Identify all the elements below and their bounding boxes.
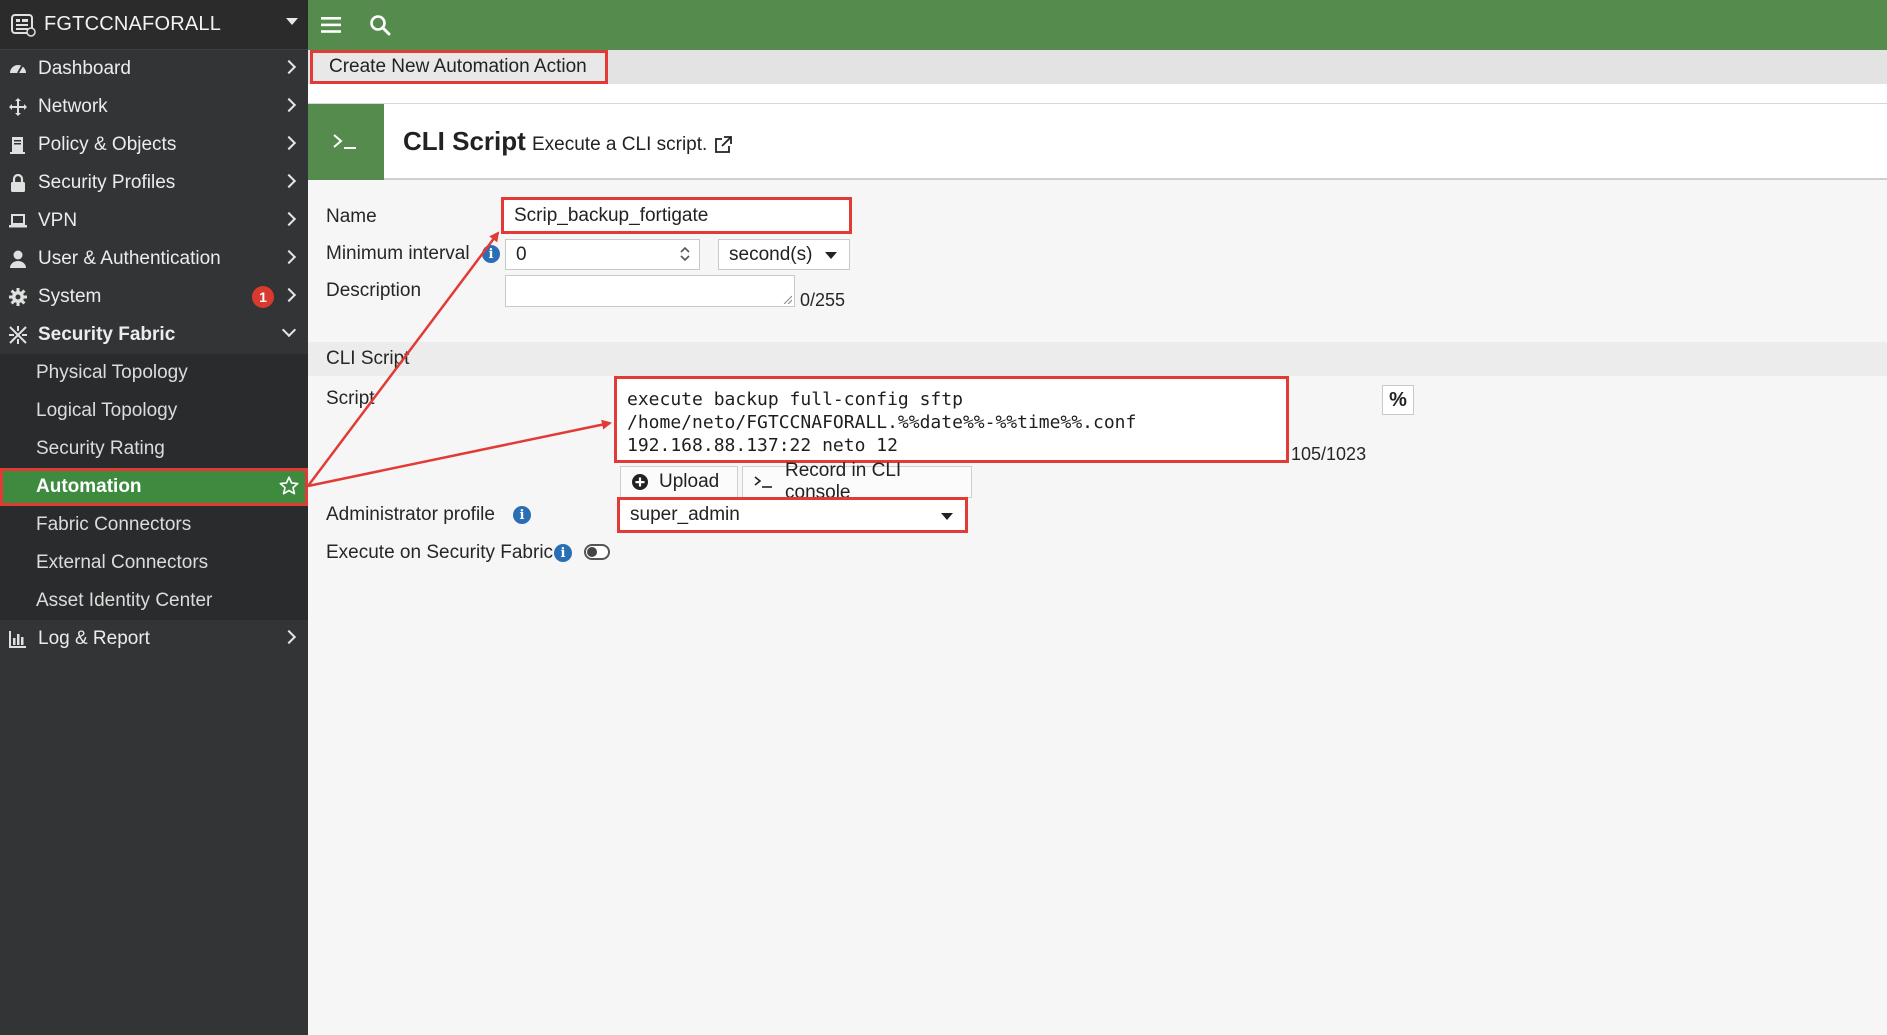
sidebar-item-physical-topology[interactable]: Physical Topology bbox=[0, 354, 308, 392]
name-field[interactable]: Scrip_backup_fortigate bbox=[501, 197, 852, 234]
sidebar-item-security-profiles[interactable]: Security Profiles bbox=[0, 164, 308, 202]
network-icon bbox=[6, 95, 30, 119]
top-bar bbox=[308, 0, 1887, 50]
chevron-right-icon bbox=[281, 287, 297, 303]
sidebar-item-label: Security Fabric bbox=[38, 324, 176, 345]
interval-value: 0 bbox=[516, 243, 527, 265]
caret-down-icon bbox=[941, 513, 953, 520]
sidebar-item-security-fabric[interactable]: Security Fabric bbox=[0, 316, 308, 354]
page-title: Create New Automation Action bbox=[310, 50, 608, 84]
chevron-right-icon bbox=[281, 249, 297, 265]
cli-script-section: CLI Script bbox=[308, 342, 1887, 376]
favorite-star-icon[interactable] bbox=[278, 475, 300, 503]
interval-unit-select[interactable]: second(s) bbox=[718, 239, 850, 270]
administrator-profile-label: Administrator profile bbox=[326, 504, 495, 525]
sidebar-item-log-report[interactable]: Log & Report bbox=[0, 620, 308, 658]
stepper-icon[interactable] bbox=[679, 245, 691, 269]
sidebar-item-label: System bbox=[38, 286, 102, 307]
description-field[interactable] bbox=[505, 275, 795, 307]
minimum-interval-label: Minimum interval bbox=[326, 243, 470, 264]
resize-handle-icon[interactable] bbox=[782, 294, 792, 304]
cli-terminal-icon bbox=[308, 104, 384, 180]
sidebar-item-label: Automation bbox=[36, 476, 142, 497]
action-description: Execute a CLI script. bbox=[532, 134, 733, 156]
laptop-icon bbox=[6, 209, 30, 233]
sidebar-item-policy-objects[interactable]: Policy & Objects bbox=[0, 126, 308, 164]
sidebar-item-label: Security Profiles bbox=[38, 172, 176, 193]
search-icon[interactable] bbox=[356, 0, 404, 50]
plus-circle-icon bbox=[631, 473, 649, 491]
external-link-icon[interactable] bbox=[713, 135, 733, 155]
notification-badge: 1 bbox=[252, 286, 274, 308]
info-icon[interactable]: i bbox=[482, 245, 500, 263]
terminal-prompt-icon bbox=[753, 475, 775, 489]
sidebar-item-network[interactable]: Network bbox=[0, 88, 308, 126]
upload-label: Upload bbox=[659, 471, 720, 492]
sidebar-item-security-rating[interactable]: Security Rating bbox=[0, 430, 308, 468]
variable-percent-button[interactable]: % bbox=[1382, 385, 1414, 415]
interval-unit-value: second(s) bbox=[729, 243, 813, 265]
description-char-count: 0/255 bbox=[800, 290, 846, 310]
sidebar-item-automation[interactable]: Automation bbox=[0, 468, 308, 506]
caret-down-icon bbox=[286, 18, 298, 25]
action-title: CLI Script bbox=[403, 126, 526, 156]
policy-icon bbox=[6, 133, 30, 157]
chevron-right-icon bbox=[281, 173, 297, 189]
action-type-header: CLI Script Execute a CLI script. bbox=[308, 104, 1887, 180]
hamburger-menu-icon[interactable] bbox=[308, 0, 356, 50]
sidebar: FGTCCNAFORALL Dashboard Network Policy &… bbox=[0, 0, 308, 1035]
info-icon[interactable]: i bbox=[554, 544, 572, 562]
breadcrumb-bar: Create New Automation Action bbox=[308, 50, 1887, 84]
chevron-right-icon bbox=[281, 135, 297, 151]
record-cli-console-button[interactable]: Record in CLI console bbox=[742, 460, 972, 503]
device-name: FGTCCNAFORALL bbox=[44, 13, 222, 35]
chart-icon bbox=[6, 627, 30, 651]
admin-profile-value: super_admin bbox=[630, 504, 740, 525]
chevron-right-icon bbox=[281, 59, 297, 75]
sidebar-item-fabric-connectors[interactable]: Fabric Connectors bbox=[0, 506, 308, 544]
execute-on-fabric-label: Execute on Security Fabric bbox=[326, 542, 554, 563]
sidebar-item-vpn[interactable]: VPN bbox=[0, 202, 308, 240]
section-title: CLI Script bbox=[326, 348, 410, 369]
sidebar-item-logical-topology[interactable]: Logical Topology bbox=[0, 392, 308, 430]
lock-icon bbox=[6, 171, 30, 195]
sidebar-item-label: Log & Report bbox=[38, 628, 150, 649]
sidebar-item-user-authentication[interactable]: User & Authentication bbox=[0, 240, 308, 278]
action-description-text: Execute a CLI script. bbox=[532, 134, 708, 155]
sidebar-item-label: VPN bbox=[38, 210, 78, 231]
sidebar-item-label: Dashboard bbox=[38, 58, 131, 79]
script-label: Script bbox=[326, 388, 375, 409]
chevron-right-icon bbox=[281, 629, 297, 645]
fortigate-device-icon bbox=[10, 12, 36, 38]
sidebar-item-system[interactable]: System 1 bbox=[0, 278, 308, 316]
sidebar-item-label: Network bbox=[38, 96, 108, 117]
chevron-right-icon bbox=[281, 97, 297, 113]
sidebar-item-label: User & Authentication bbox=[38, 248, 221, 269]
name-label: Name bbox=[326, 206, 377, 227]
caret-down-icon bbox=[825, 252, 837, 259]
fabric-icon bbox=[6, 323, 30, 347]
execute-on-fabric-toggle[interactable] bbox=[584, 544, 610, 560]
minimum-interval-input[interactable]: 0 bbox=[505, 239, 700, 270]
script-char-count: 105/1023 bbox=[1291, 444, 1367, 464]
sidebar-item-label: Policy & Objects bbox=[38, 134, 177, 155]
security-fabric-submenu: Physical Topology Logical Topology Secur… bbox=[0, 354, 308, 620]
description-label: Description bbox=[326, 280, 422, 301]
sidebar-item-external-connectors[interactable]: External Connectors bbox=[0, 544, 308, 582]
spacer bbox=[308, 84, 1887, 104]
device-selector[interactable]: FGTCCNAFORALL bbox=[0, 0, 308, 50]
chevron-down-icon bbox=[281, 322, 297, 338]
administrator-profile-select[interactable]: super_admin bbox=[617, 497, 968, 533]
sidebar-item-dashboard[interactable]: Dashboard bbox=[0, 50, 308, 88]
script-textarea[interactable]: execute backup full-config sftp /home/ne… bbox=[614, 376, 1289, 463]
chevron-right-icon bbox=[281, 211, 297, 227]
upload-button[interactable]: Upload bbox=[620, 466, 738, 498]
gear-icon bbox=[6, 285, 30, 309]
info-icon[interactable]: i bbox=[513, 506, 531, 524]
user-icon bbox=[6, 247, 30, 271]
sidebar-item-asset-identity-center[interactable]: Asset Identity Center bbox=[0, 582, 308, 620]
dashboard-icon bbox=[6, 57, 30, 81]
